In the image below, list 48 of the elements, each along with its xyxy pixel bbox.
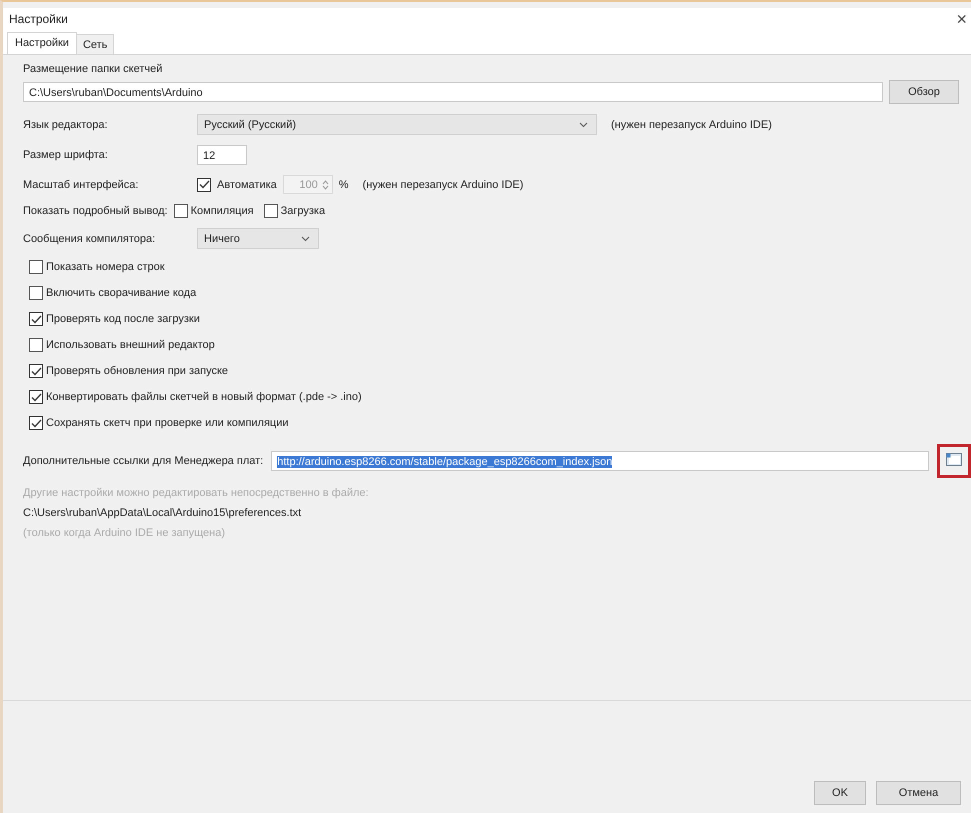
cancel-button[interactable]: Отмена xyxy=(876,781,961,805)
caret-icon xyxy=(301,236,310,242)
restart-note: (нужен перезапуск Arduino IDE) xyxy=(362,178,524,190)
checkbox[interactable] xyxy=(29,390,43,404)
font-size-field[interactable]: 12 xyxy=(197,145,247,165)
checkbox[interactable] xyxy=(264,204,278,218)
window-icon[interactable] xyxy=(946,453,962,469)
checkbox-label: Включить сворачивание кода xyxy=(46,287,196,299)
checkbox-label: Показать номера строк xyxy=(46,261,165,273)
browse-button[interactable]: Обзор xyxy=(889,80,959,104)
checkbox-label: Компиляция xyxy=(190,205,254,217)
board-urls-field[interactable]: http://arduino.esp8266.com/stable/package_esp8266com_index.json xyxy=(271,451,929,471)
tab[interactable]: Настройки xyxy=(7,32,77,54)
checkbox[interactable] xyxy=(174,204,188,218)
language-dropdown[interactable]: Русский (Русский) xyxy=(197,114,597,135)
checkbox[interactable] xyxy=(29,416,43,430)
field-label: Показать подробный вывод: xyxy=(23,205,168,217)
ok-button[interactable]: OK xyxy=(814,781,866,805)
checkbox-label: Использовать внешний редактор xyxy=(46,339,215,351)
restart-note: (нужен перезапуск Arduino IDE) xyxy=(611,118,772,130)
checkbox[interactable] xyxy=(197,178,211,192)
checkbox[interactable] xyxy=(29,338,43,352)
checkbox[interactable] xyxy=(29,260,43,274)
checkbox-label: Загрузка xyxy=(280,205,326,217)
checkbox[interactable] xyxy=(29,312,43,326)
field-label: Сообщения компилятора: xyxy=(23,232,156,244)
field-label: Язык редактора: xyxy=(23,118,109,130)
hint-text: Другие настройки можно редактировать непосредственно в файле: xyxy=(23,487,370,499)
checkbox[interactable] xyxy=(29,286,43,300)
tab[interactable]: Сеть xyxy=(76,34,114,54)
window-title: Настройки xyxy=(9,12,68,26)
checkbox-label: Конвертировать файлы скетчей в новый формат (.pde -> .ino) xyxy=(46,391,362,403)
input-field[interactable]: C:\Users\ruban\Documents\Arduino xyxy=(23,82,883,102)
field-label: Размер шрифта: xyxy=(23,149,109,161)
checkbox-label: Автоматика xyxy=(217,178,277,190)
checkbox[interactable] xyxy=(29,364,43,378)
warnings-dropdown[interactable]: Ничего xyxy=(197,228,319,249)
checkbox-label: Сохранять скетч при проверке или компиляции xyxy=(46,417,289,429)
checkbox-label: Проверять обновления при запуске xyxy=(46,365,228,377)
field-label: Дополнительные ссылки для Менеджера плат: xyxy=(23,455,264,467)
preferences-path: C:\Users\ruban\AppData\Local\Arduino15\preferences.txt xyxy=(23,507,302,519)
close-button[interactable]: × xyxy=(956,8,967,30)
checkbox-label: Проверять код после загрузки xyxy=(46,313,200,325)
field-label: Размещение папки скетчей xyxy=(23,63,164,75)
caret-icon xyxy=(579,122,588,128)
hint-text: (только когда Arduino IDE не запущена) xyxy=(23,527,226,539)
field-label: Масштаб интерфейса: xyxy=(23,178,140,190)
percent-label: % xyxy=(338,178,349,190)
